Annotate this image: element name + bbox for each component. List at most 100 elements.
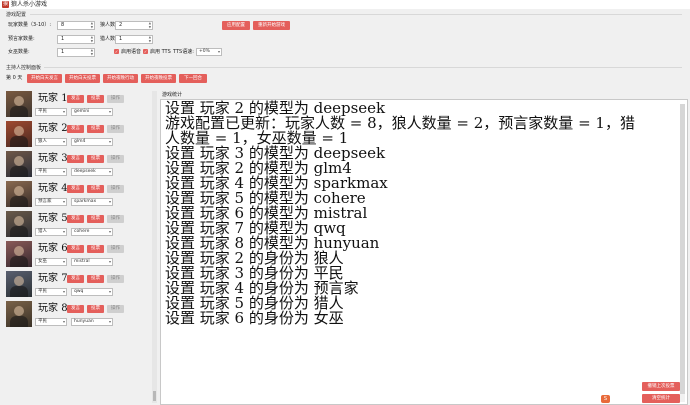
apply-config-button[interactable]: 应用配置 bbox=[222, 21, 250, 30]
scrollbar-thumb[interactable] bbox=[680, 104, 685, 394]
action-button[interactable]: 操作 bbox=[107, 155, 124, 163]
player-avatar bbox=[6, 241, 32, 267]
player-name: 玩家 6 bbox=[38, 243, 68, 254]
speak-button[interactable]: 发言 bbox=[67, 215, 84, 223]
model-select[interactable]: mistral ▾ bbox=[71, 258, 113, 266]
clear-stats-button[interactable]: 清空统计 bbox=[642, 394, 680, 403]
seer-count-label: 预言家数量: bbox=[8, 36, 35, 42]
log-line: 设置 玩家 6 的身份为 女巫 bbox=[165, 309, 344, 327]
vote-button[interactable]: 投票 bbox=[87, 95, 104, 103]
vote-button[interactable]: 投票 bbox=[87, 125, 104, 133]
player-count-spinbox[interactable]: 8 ▲ ▼ bbox=[57, 21, 95, 30]
action-button[interactable]: 操作 bbox=[107, 95, 124, 103]
vote-button[interactable]: 投票 bbox=[87, 305, 104, 313]
model-select[interactable]: deepseek ▾ bbox=[71, 168, 113, 176]
tts-speed-select[interactable]: +0% ▾ bbox=[196, 48, 222, 56]
speak-button[interactable]: 发言 bbox=[67, 125, 84, 133]
avatar-body bbox=[10, 226, 28, 237]
speak-button[interactable]: 发言 bbox=[67, 305, 84, 313]
model-select[interactable]: glm4 ▾ bbox=[71, 138, 113, 146]
spin-arrows-icon[interactable]: ▲ ▼ bbox=[91, 35, 93, 43]
spin-arrows-icon[interactable]: ▲ ▼ bbox=[91, 48, 93, 56]
action-button[interactable]: 操作 bbox=[107, 215, 124, 223]
speak-button[interactable]: 发言 bbox=[67, 245, 84, 253]
player-name: 玩家 2 bbox=[38, 123, 68, 134]
role-select[interactable]: 女巫 ▾ bbox=[35, 258, 67, 266]
next-round-button[interactable]: 下一回合 bbox=[179, 74, 207, 83]
speak-button[interactable]: 发言 bbox=[67, 95, 84, 103]
log-scrollbar[interactable] bbox=[680, 104, 685, 402]
chevron-down-icon: ▾ bbox=[108, 319, 111, 324]
player-avatar bbox=[6, 151, 32, 177]
tts-checkbox[interactable]: ✓ bbox=[143, 49, 148, 54]
werewolf-count-spinbox[interactable]: 2 ▲ ▼ bbox=[115, 21, 153, 30]
player-row-4: 玩家 4 发言 投票 操作 预言家 ▾ sparkmax ▾ bbox=[4, 180, 156, 210]
speak-button[interactable]: 发言 bbox=[67, 185, 84, 193]
role-select[interactable]: 平民 ▾ bbox=[35, 318, 67, 326]
action-button[interactable]: 操作 bbox=[107, 125, 124, 133]
chevron-down-icon: ▾ bbox=[62, 319, 65, 324]
role-select[interactable]: 狼人 ▾ bbox=[35, 138, 67, 146]
player-list-scrollbar[interactable] bbox=[152, 91, 157, 403]
witch-count-spinbox[interactable]: 1 ▲ ▼ bbox=[57, 48, 95, 57]
start-day-speech-button[interactable]: 开始白天发言 bbox=[27, 74, 62, 83]
avatar-body bbox=[10, 196, 28, 207]
start-day-vote-button[interactable]: 开始白天投票 bbox=[65, 74, 100, 83]
role-select[interactable]: 平民 ▾ bbox=[35, 108, 67, 116]
role-select[interactable]: 预言家 ▾ bbox=[35, 198, 67, 206]
avatar-face bbox=[14, 186, 24, 196]
chevron-down-icon: ▾ bbox=[108, 199, 111, 204]
player-row-3: 玩家 3 发言 投票 操作 平民 ▾ deepseek ▾ bbox=[4, 150, 156, 180]
voice-checkbox[interactable]: ✓ bbox=[114, 49, 119, 54]
tray-icon[interactable]: S bbox=[601, 395, 610, 403]
player-row-2: 玩家 2 发言 投票 操作狼人 ▾ glm4 ▾ bbox=[4, 120, 156, 150]
vote-button[interactable]: 投票 bbox=[87, 185, 104, 193]
spin-arrows-icon[interactable]: ▲ ▼ bbox=[91, 21, 93, 29]
action-button[interactable]: 操作 bbox=[107, 275, 124, 283]
role-select[interactable]: 平民 ▾ bbox=[35, 168, 67, 176]
vote-button[interactable]: 投票 bbox=[87, 215, 104, 223]
player-avatar bbox=[6, 301, 32, 327]
game-log[interactable]: 设置 玩家 2 的模型为 deepseek 游戏配置已更新：玩家人数 = 8，狼人… bbox=[160, 99, 688, 405]
vote-button[interactable]: 投票 bbox=[87, 155, 104, 163]
config-group-title: 游戏配置 bbox=[6, 12, 27, 18]
role-select[interactable]: 猎人 ▾ bbox=[35, 228, 67, 236]
role-select[interactable]: 平民 ▾ bbox=[35, 288, 67, 296]
window-title: 狼人杀小游戏 bbox=[11, 1, 48, 8]
restart-game-button[interactable]: 重新开始游戏 bbox=[253, 21, 290, 30]
vote-button[interactable]: 投票 bbox=[87, 245, 104, 253]
avatar-face bbox=[14, 96, 24, 106]
avatar-body bbox=[10, 166, 28, 177]
vote-button[interactable]: 投票 bbox=[87, 275, 104, 283]
voice-label: 启用语音 bbox=[121, 49, 142, 55]
hunter-count-spinbox[interactable]: 1 ▲ ▼ bbox=[115, 35, 153, 44]
avatar-face bbox=[14, 126, 24, 136]
spin-arrows-icon[interactable]: ▲ ▼ bbox=[149, 21, 151, 29]
action-button[interactable]: 操作 bbox=[107, 245, 124, 253]
model-select[interactable]: qwq ▾ bbox=[71, 288, 113, 296]
avatar-body bbox=[10, 106, 28, 117]
seer-count-spinbox[interactable]: 1 ▲ ▼ bbox=[57, 35, 95, 44]
speak-button[interactable]: 发言 bbox=[67, 155, 84, 163]
chevron-down-icon: ▾ bbox=[108, 259, 111, 264]
avatar-body bbox=[10, 286, 28, 297]
chevron-down-icon: ▾ bbox=[62, 169, 65, 174]
model-select[interactable]: hunyuan ▾ bbox=[71, 318, 113, 326]
model-select[interactable]: cohere ▾ bbox=[71, 228, 113, 236]
action-button[interactable]: 操作 bbox=[107, 305, 124, 313]
chevron-down-icon: ▾ bbox=[108, 139, 111, 144]
player-avatar bbox=[6, 181, 32, 207]
start-night-vote-button[interactable]: 开始夜晚投票 bbox=[141, 74, 176, 83]
action-button[interactable]: 操作 bbox=[107, 185, 124, 193]
start-night-action-button[interactable]: 开始夜晚行动 bbox=[103, 74, 138, 83]
player-row-6: 玩家 6 发言 投票 操作女巫 ▾ mistral ▾ bbox=[4, 240, 156, 270]
player-row-1: 玩家 1 发言 投票 操作 平民 ▾ gemini ▾ bbox=[4, 90, 156, 120]
model-select[interactable]: sparkmax ▾ bbox=[71, 198, 113, 206]
tts-label: 启用 TTS bbox=[150, 49, 171, 55]
scrollbar-thumb[interactable] bbox=[153, 391, 156, 401]
speak-button[interactable]: 发言 bbox=[67, 275, 84, 283]
model-select[interactable]: gemini ▾ bbox=[71, 108, 113, 116]
spin-arrows-icon[interactable]: ▲ ▼ bbox=[149, 35, 151, 43]
player-avatar bbox=[6, 121, 32, 147]
undo-vote-button[interactable]: 撤销上次投票 bbox=[642, 382, 680, 391]
